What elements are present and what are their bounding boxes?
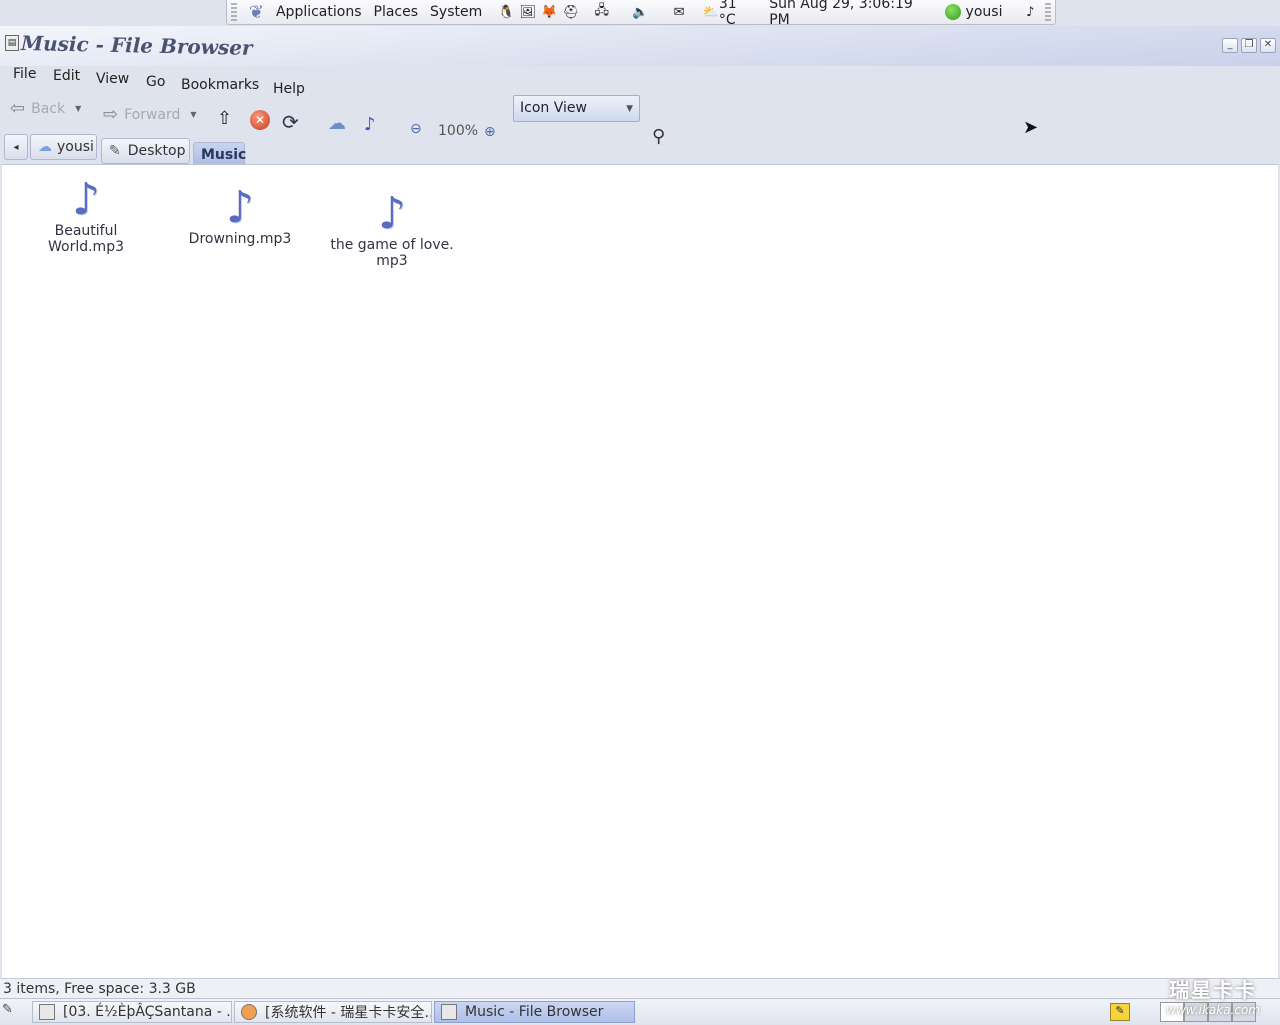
audio-file-icon: ♪ xyxy=(225,182,255,233)
crumb-yousi[interactable]: ☁ yousi xyxy=(30,134,97,160)
window-title: Music - File Browser xyxy=(20,31,253,60)
menu-view[interactable]: View xyxy=(96,71,129,87)
home-folder-icon: ☁ xyxy=(38,139,52,155)
file-name: Beautiful World.mp3 xyxy=(47,223,124,255)
file-item[interactable]: ♪ Drowning.mp3 xyxy=(170,182,310,248)
audio-file-icon: ♪ xyxy=(71,174,101,225)
bottom-panel: ✎ [03. É½ÈþÂÇSantana - ... [系统软件 - 瑞星卡卡安… xyxy=(0,998,1280,1025)
maximize-icon[interactable]: ❐ xyxy=(1241,38,1257,53)
audio-file-icon: ♪ xyxy=(377,188,407,239)
user-switcher[interactable]: yousi xyxy=(966,4,1003,20)
menu-file[interactable]: File xyxy=(13,66,36,82)
task-label: [系统软件 - 瑞星卡卡安全… xyxy=(265,1005,432,1021)
task-label: Music - File Browser xyxy=(465,1004,604,1020)
file-icon-view[interactable]: ♪ Beautiful World.mp3 ♪ Drowning.mp3 ♪ t… xyxy=(2,164,1278,979)
weather-temperature[interactable]: 31 °C xyxy=(719,0,757,28)
task-firefox[interactable]: [系统软件 - 瑞星卡卡安全… xyxy=(234,1001,432,1023)
menu-help[interactable]: Help xyxy=(273,81,305,97)
network-manager-icon[interactable]: 🖧 xyxy=(592,2,612,22)
file-name-line1: the game of love. xyxy=(330,237,454,253)
top-panel: ❦ Applications Places System 🐧 🖼 🦊 ⛑ 🖧 🔈… xyxy=(226,0,1056,28)
crumb-label: yousi xyxy=(57,139,94,155)
panel-handle[interactable] xyxy=(231,3,237,21)
menubar: File Edit View Go Bookmarks Help xyxy=(0,60,1280,97)
system-menu[interactable]: System xyxy=(424,4,488,20)
crumb-label: Desktop xyxy=(127,143,186,159)
crumb-desktop[interactable]: ✎ Desktop xyxy=(101,138,190,164)
task-label: [03. É½ÈþÂÇSantana - ... xyxy=(63,1004,232,1020)
watermark-title: 瑞星卡卡 xyxy=(1169,978,1258,1002)
weather-icon: ⛅ xyxy=(702,4,719,20)
minimize-icon[interactable]: _ xyxy=(1222,38,1238,53)
watermark-url: www.ikaka.com xyxy=(1166,1003,1260,1017)
menu-edit[interactable]: Edit xyxy=(53,68,80,84)
watermark: 瑞星卡卡 www.ikaka.com xyxy=(1166,974,1260,1017)
status-bar: 3 items, Free space: 3.3 GB xyxy=(0,978,1280,999)
music-applet-icon[interactable]: ♪ xyxy=(1020,2,1040,22)
menu-bookmarks[interactable]: Bookmarks xyxy=(181,77,259,93)
music-player-icon xyxy=(39,1004,55,1020)
file-name-line2: mp3 xyxy=(376,253,408,269)
gnome-foot-icon[interactable]: ❦ xyxy=(249,2,264,23)
status-text: 3 items, Free space: 3.3 GB xyxy=(3,981,196,997)
places-menu[interactable]: Places xyxy=(368,4,425,20)
file-browser-icon xyxy=(441,1004,457,1020)
mail-icon[interactable]: ✉ xyxy=(669,2,689,22)
notes-applet-icon[interactable]: ✎ xyxy=(1110,1003,1130,1021)
close-icon[interactable]: ✕ xyxy=(1260,38,1276,53)
file-item[interactable]: ♪ the game of love. mp3 xyxy=(322,188,462,270)
qq-launcher-icon[interactable]: 🐧 xyxy=(496,2,516,22)
file-item[interactable]: ♪ Beautiful World.mp3 xyxy=(16,174,156,256)
firefox-icon xyxy=(241,1004,257,1020)
applications-menu[interactable]: Applications xyxy=(270,4,368,20)
mouse-cursor-icon: ➤ xyxy=(1023,117,1039,138)
show-desktop-icon[interactable]: ✎ xyxy=(2,1002,20,1020)
path-bar: ◂ ☁ yousi ✎ Desktop Music xyxy=(0,106,1280,168)
path-scroll-left-button[interactable]: ◂ xyxy=(4,134,28,160)
window-menu-icon[interactable]: ▤ xyxy=(5,35,19,51)
volume-icon[interactable]: 🔈 xyxy=(631,2,651,22)
menu-go[interactable]: Go xyxy=(146,74,165,90)
panel-handle-right[interactable] xyxy=(1045,3,1052,21)
file-name: Drowning.mp3 xyxy=(188,231,292,247)
crumb-label: Music xyxy=(201,147,247,163)
image-viewer-launcher-icon[interactable]: 🖼 xyxy=(518,2,538,22)
help-launcher-icon[interactable]: ⛑ xyxy=(561,2,581,22)
firefox-launcher-icon[interactable]: 🦊 xyxy=(540,2,560,22)
task-music-player[interactable]: [03. É½ÈþÂÇSantana - ... xyxy=(32,1001,232,1023)
desktop-folder-icon: ✎ xyxy=(109,143,121,159)
clock[interactable]: Sun Aug 29, 3:06:19 PM xyxy=(769,0,935,28)
task-file-browser[interactable]: Music - File Browser xyxy=(434,1001,635,1023)
user-status-icon xyxy=(944,4,961,20)
